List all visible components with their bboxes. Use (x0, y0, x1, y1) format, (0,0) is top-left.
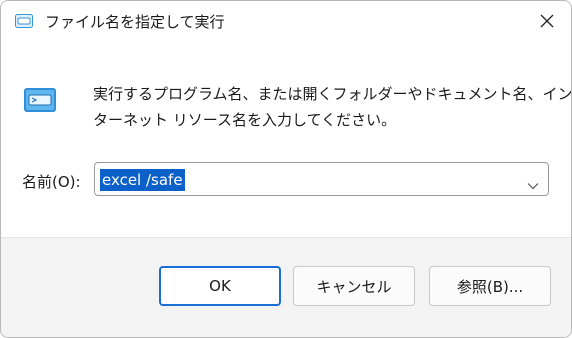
name-field-label: 名前(O): (22, 173, 81, 191)
run-dialog: ファイル名を指定して実行 実行するプログラム名、または開くフォルダーやドキュメン… (0, 0, 572, 338)
close-icon (540, 14, 554, 28)
name-combobox[interactable]: excel /safe (94, 162, 549, 196)
instruction-line-2: ターネット リソース名を入力してください。 (93, 111, 397, 129)
name-input-text[interactable]: excel /safe (100, 169, 185, 191)
cancel-button[interactable]: キャンセル (293, 266, 415, 306)
ok-button[interactable]: OK (159, 266, 281, 306)
instruction-line-1: 実行するプログラム名、または開くフォルダーやドキュメント名、イン (93, 85, 572, 103)
run-icon (15, 13, 33, 29)
instruction-text: 実行するプログラム名、または開くフォルダーやドキュメント名、イン ターネット リ… (93, 81, 572, 133)
title-bar[interactable]: ファイル名を指定して実行 (1, 1, 571, 41)
browse-button[interactable]: 参照(B)... (429, 266, 551, 306)
button-bar: OK キャンセル 参照(B)... (1, 237, 571, 337)
run-program-icon (23, 86, 57, 114)
chevron-down-icon[interactable] (527, 175, 539, 190)
dialog-body: 実行するプログラム名、または開くフォルダーやドキュメント名、イン ターネット リ… (1, 41, 571, 237)
close-button[interactable] (523, 1, 571, 41)
window-title: ファイル名を指定して実行 (45, 13, 225, 31)
